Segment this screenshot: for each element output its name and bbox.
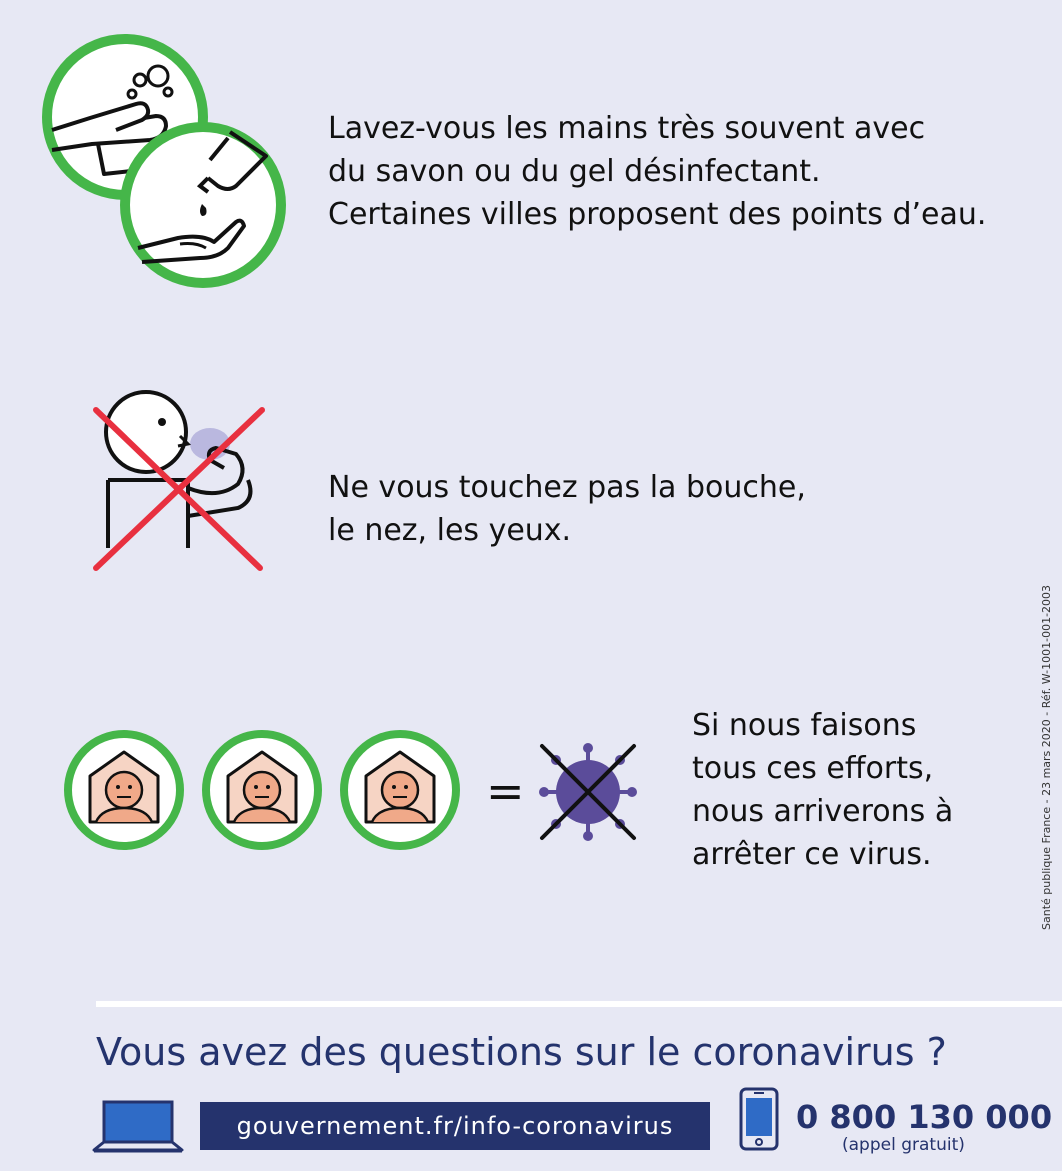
handwashing-line: du savon ou du gel désinfectant. [328, 154, 821, 189]
handwashing-text: Lavez-vous les mains très souvent avec d… [328, 107, 986, 236]
footer-divider [96, 1001, 1062, 1007]
no-touch-line: le nez, les yeux. [328, 513, 572, 548]
stay-home-person-icon [200, 728, 324, 852]
together-line: nous arriverons à [692, 794, 954, 829]
no-touch-text: Ne vous touchez pas la bouche, le nez, l… [328, 466, 806, 552]
together-text: Si nous faisons tous ces efforts, nous a… [692, 704, 953, 876]
no-touch-line: Ne vous touchez pas la bouche, [328, 470, 806, 505]
laptop-icon [92, 1098, 184, 1156]
phone-number[interactable]: 0 800 130 000 [796, 1098, 1052, 1136]
phone-note: (appel gratuit) [842, 1135, 965, 1155]
sanitizer-gel-icon [118, 120, 288, 290]
stay-home-person-icon [338, 728, 462, 852]
smartphone-icon [738, 1086, 780, 1152]
crossed-virus-icon [536, 740, 640, 844]
together-line: tous ces efforts, [692, 751, 934, 786]
handwashing-line: Certaines villes proposent des points d’… [328, 197, 987, 232]
side-reference: Santé publique France - 23 mars 2020 - R… [1040, 584, 1053, 930]
stay-home-person-icon [62, 728, 186, 852]
no-face-touch-icon [88, 388, 273, 578]
together-line: arrêter ce virus. [692, 837, 932, 872]
info-url-link[interactable]: gouvernement.fr/info-coronavirus [200, 1102, 710, 1150]
equals-sign: = [486, 764, 525, 818]
together-line: Si nous faisons [692, 708, 917, 743]
handwashing-line: Lavez-vous les mains très souvent avec [328, 111, 926, 146]
footer-question: Vous avez des questions sur le coronavir… [96, 1030, 947, 1074]
